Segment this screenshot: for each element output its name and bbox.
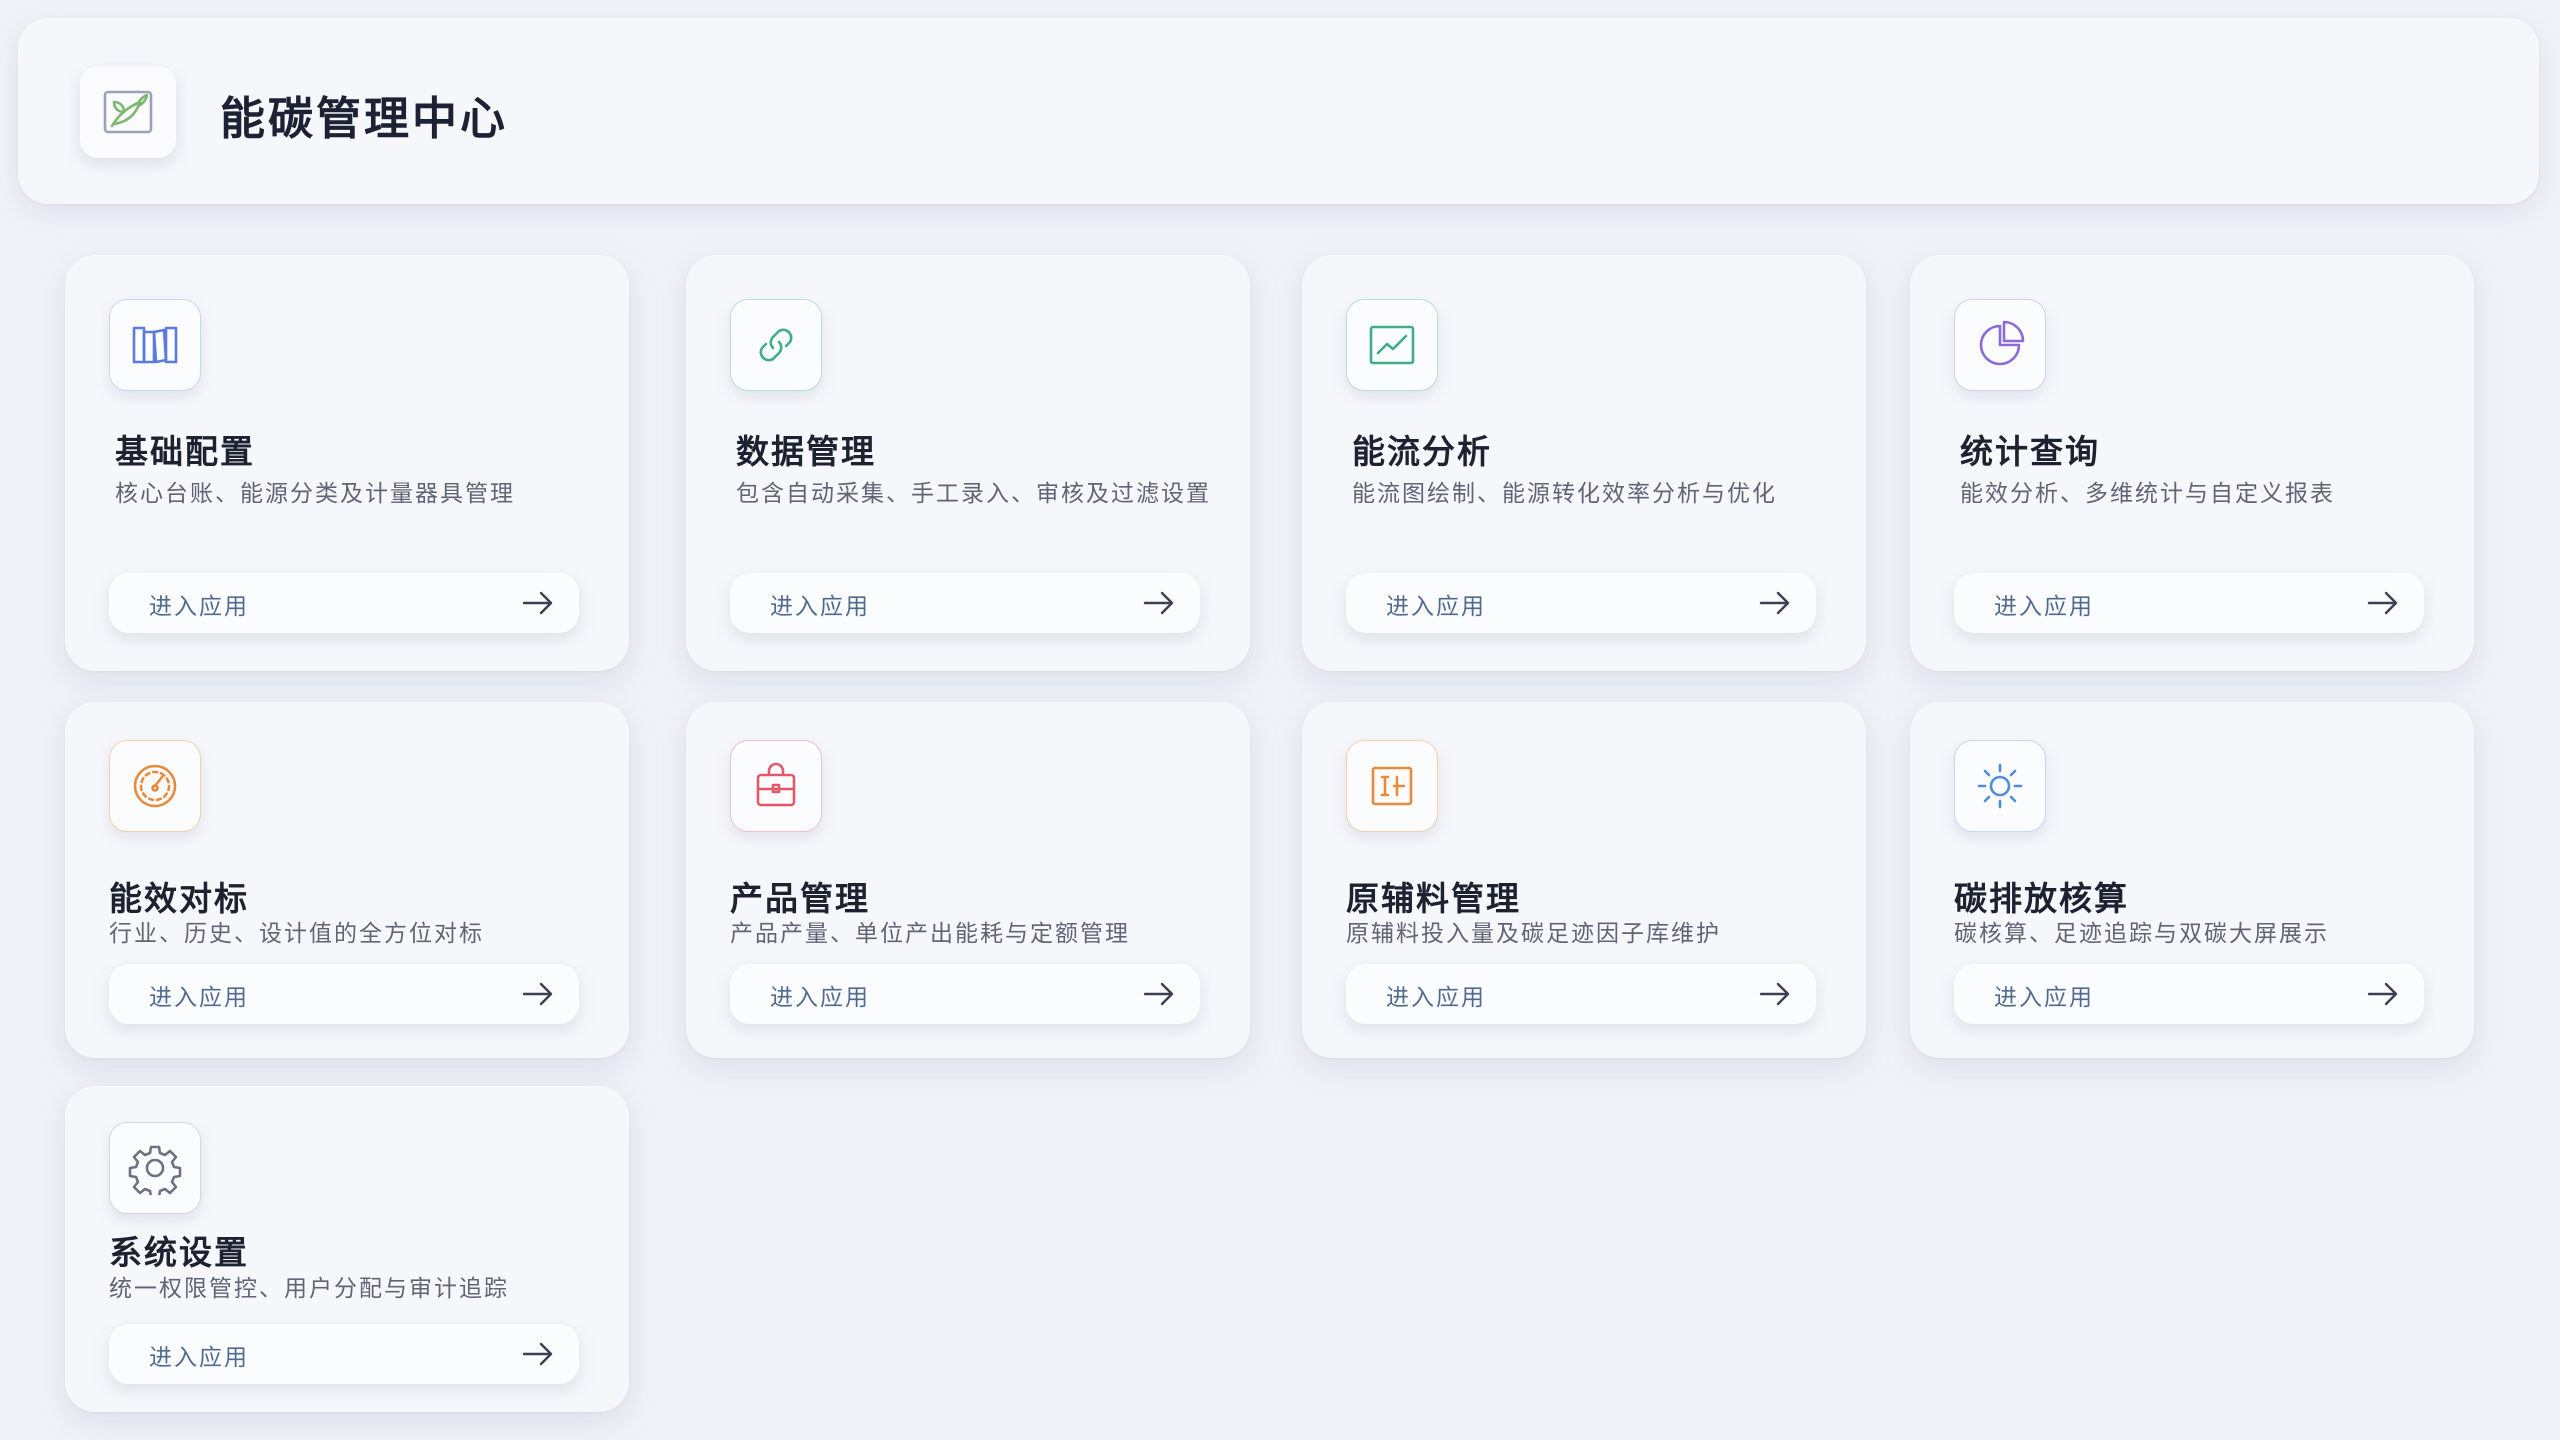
gauge-icon: [109, 740, 201, 832]
enter-app-button[interactable]: 进入应用: [109, 573, 579, 633]
card-title: 原辅料管理: [1346, 879, 1521, 918]
arrow-right-icon: [1759, 982, 1790, 1006]
enter-app-button[interactable]: 进入应用: [109, 1324, 579, 1384]
enter-app-label: 进入应用: [1994, 594, 2094, 620]
card-title: 系统设置: [109, 1233, 249, 1272]
enter-app-label: 进入应用: [1386, 594, 1486, 620]
leaf-image-icon: [80, 66, 176, 158]
arrow-right-icon: [2367, 591, 2398, 615]
app-header: 能碳管理中心: [18, 18, 2539, 204]
module-card-data-management[interactable]: 数据管理 包含自动采集、手工录入、审核及过滤设置 进入应用: [686, 255, 1250, 671]
enter-app-label: 进入应用: [770, 594, 870, 620]
card-description: 包含自动采集、手工录入、审核及过滤设置: [736, 481, 1211, 507]
card-description: 原辅料投入量及碳足迹因子库维护: [1346, 921, 1721, 947]
enter-app-button[interactable]: 进入应用: [1954, 964, 2424, 1024]
card-title: 能流分析: [1352, 432, 1492, 471]
card-title: 碳排放核算: [1954, 879, 2129, 918]
enter-app-button[interactable]: 进入应用: [1954, 573, 2424, 633]
link-icon: [730, 299, 822, 391]
shopping-bag-icon: [730, 740, 822, 832]
card-description: 统一权限管控、用户分配与审计追踪: [109, 1276, 509, 1302]
card-description: 碳核算、足迹追踪与双碳大屏展示: [1954, 921, 2329, 947]
enter-app-button[interactable]: 进入应用: [1346, 964, 1816, 1024]
enter-app-label: 进入应用: [770, 985, 870, 1011]
enter-app-label: 进入应用: [149, 985, 249, 1011]
card-title: 数据管理: [736, 432, 876, 471]
page-title: 能碳管理中心: [220, 92, 509, 145]
enter-app-button[interactable]: 进入应用: [109, 964, 579, 1024]
arrow-right-icon: [1143, 591, 1174, 615]
sun-icon: [1954, 740, 2046, 832]
card-title: 统计查询: [1960, 432, 2100, 471]
card-description: 核心台账、能源分类及计量器具管理: [115, 481, 515, 507]
book-shelf-icon: [109, 299, 201, 391]
module-card-efficiency-benchmark[interactable]: 能效对标 行业、历史、设计值的全方位对标 进入应用: [65, 702, 629, 1058]
arrow-right-icon: [522, 1342, 553, 1366]
enter-app-label: 进入应用: [1994, 985, 2094, 1011]
arrow-right-icon: [522, 591, 553, 615]
card-title: 能效对标: [109, 879, 249, 918]
module-card-raw-materials[interactable]: 原辅料管理 原辅料投入量及碳足迹因子库维护 进入应用: [1302, 702, 1866, 1058]
arrow-right-icon: [1759, 591, 1790, 615]
module-card-system-settings[interactable]: 系统设置 统一权限管控、用户分配与审计追踪 进入应用: [65, 1086, 629, 1412]
material-box-icon: [1346, 740, 1438, 832]
arrow-right-icon: [1143, 982, 1174, 1006]
arrow-right-icon: [2367, 982, 2398, 1006]
module-card-product-management[interactable]: 产品管理 产品产量、单位产出能耗与定额管理 进入应用: [686, 702, 1250, 1058]
pie-chart-icon: [1954, 299, 2046, 391]
trend-chart-icon: [1346, 299, 1438, 391]
enter-app-label: 进入应用: [149, 594, 249, 620]
module-card-statistics[interactable]: 统计查询 能效分析、多维统计与自定义报表 进入应用: [1910, 255, 2474, 671]
card-description: 行业、历史、设计值的全方位对标: [109, 921, 484, 947]
module-card-basic-config[interactable]: 基础配置 核心台账、能源分类及计量器具管理 进入应用: [65, 255, 629, 671]
module-card-energy-flow[interactable]: 能流分析 能流图绘制、能源转化效率分析与优化 进入应用: [1302, 255, 1866, 671]
enter-app-label: 进入应用: [1386, 985, 1486, 1011]
gear-icon: [109, 1122, 201, 1214]
card-title: 产品管理: [730, 879, 870, 918]
card-title: 基础配置: [115, 432, 255, 471]
enter-app-button[interactable]: 进入应用: [730, 964, 1200, 1024]
enter-app-button[interactable]: 进入应用: [730, 573, 1200, 633]
card-description: 能效分析、多维统计与自定义报表: [1960, 481, 2335, 507]
card-description: 能流图绘制、能源转化效率分析与优化: [1352, 481, 1777, 507]
module-card-carbon-accounting[interactable]: 碳排放核算 碳核算、足迹追踪与双碳大屏展示 进入应用: [1910, 702, 2474, 1058]
enter-app-label: 进入应用: [149, 1345, 249, 1371]
arrow-right-icon: [522, 982, 553, 1006]
card-description: 产品产量、单位产出能耗与定额管理: [730, 921, 1130, 947]
enter-app-button[interactable]: 进入应用: [1346, 573, 1816, 633]
